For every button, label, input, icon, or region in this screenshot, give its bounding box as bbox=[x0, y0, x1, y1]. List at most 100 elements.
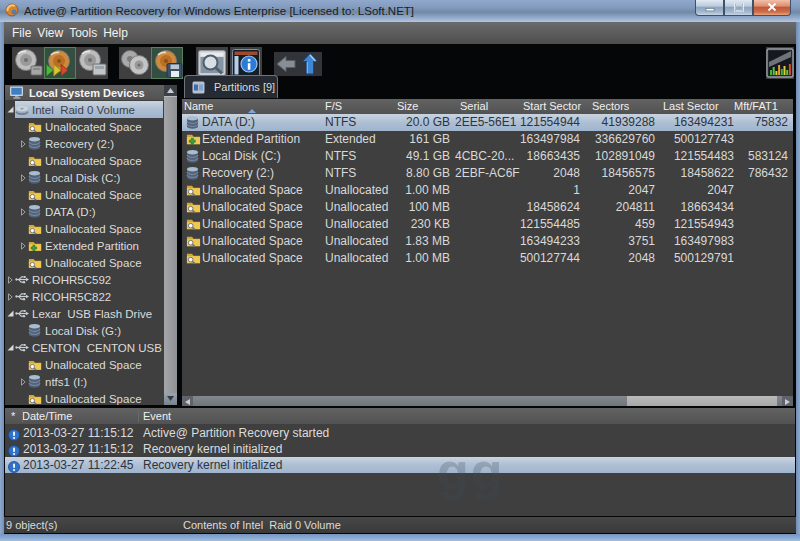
event-header-separator bbox=[138, 410, 139, 422]
column-header-f-s[interactable]: F/S bbox=[325, 99, 342, 114]
hdd-button[interactable] bbox=[12, 47, 44, 79]
expanded-arrow-icon[interactable] bbox=[7, 106, 14, 113]
tree-item[interactable]: DATA (D:) bbox=[5, 203, 163, 220]
column-header-mft-fat1[interactable]: Mft/FAT1 bbox=[734, 99, 778, 114]
maximize-button[interactable] bbox=[724, 0, 753, 16]
hscroll-right-button[interactable] bbox=[782, 396, 793, 406]
expanded-arrow-icon[interactable] bbox=[7, 344, 14, 351]
partition-icon bbox=[28, 374, 42, 389]
hdd-scan-button[interactable] bbox=[44, 47, 76, 79]
partition-row[interactable]: DATA (D:)NTFS20.0 GB2EE5-56E112155494441… bbox=[182, 114, 793, 131]
partition-row[interactable]: Unallocated SpaceUnallocated230 KB121554… bbox=[182, 216, 793, 233]
window-border-right bbox=[796, 22, 800, 534]
hdd-save-button[interactable] bbox=[151, 47, 183, 79]
collapsed-arrow-icon[interactable] bbox=[21, 140, 26, 148]
menu-view[interactable]: View bbox=[34, 24, 66, 43]
cell-last-sector: 121554943 bbox=[674, 216, 734, 233]
cell-name: Local Disk (C:) bbox=[202, 148, 281, 165]
tree-item[interactable]: Unallocated Space bbox=[5, 254, 163, 271]
tab-partitions[interactable]: Partitions [9] bbox=[184, 75, 278, 98]
tree-item[interactable]: Extended Partition bbox=[5, 237, 163, 254]
collapsed-arrow-icon[interactable] bbox=[21, 378, 26, 386]
tree-item[interactable]: RICOHR5C822 bbox=[5, 288, 163, 305]
partition-row[interactable]: Unallocated SpaceUnallocated1.83 MB16349… bbox=[182, 233, 793, 250]
column-header-size[interactable]: Size bbox=[397, 99, 418, 114]
hdd-pair-button[interactable] bbox=[119, 47, 151, 79]
hdd-box-button[interactable] bbox=[76, 47, 108, 79]
partition-row[interactable]: Local Disk (C:)NTFS49.1 GB4CBC-20...1866… bbox=[182, 148, 793, 165]
cell-fs: NTFS bbox=[325, 148, 356, 165]
partition-row[interactable]: Extended PartitionExtended161 GB16349798… bbox=[182, 131, 793, 148]
collapsed-arrow-icon[interactable] bbox=[8, 293, 13, 301]
tree-item[interactable]: Local Disk (G:) bbox=[5, 322, 163, 339]
cell-size: 20.0 GB bbox=[406, 114, 450, 131]
sort-indicator-icon bbox=[248, 109, 256, 113]
tree-item[interactable]: Unallocated Space bbox=[5, 152, 163, 169]
tree-scroll-up-button[interactable] bbox=[164, 85, 177, 96]
tree-scroll-down-button[interactable] bbox=[164, 393, 177, 405]
hscroll-left-button[interactable] bbox=[182, 396, 193, 406]
cell-size: 100 MB bbox=[409, 199, 450, 216]
column-header-name[interactable]: Name bbox=[184, 99, 213, 114]
event-row[interactable]: 2013-03-27 11:15:12Active@ Partition Rec… bbox=[5, 425, 795, 441]
tree-item[interactable]: Unallocated Space bbox=[5, 220, 163, 237]
tree-item[interactable]: Local Disk (C:) bbox=[5, 169, 163, 186]
back-arrow-button[interactable] bbox=[274, 52, 298, 76]
column-header-start-sector[interactable]: Start Sector bbox=[523, 99, 581, 114]
tree-item[interactable]: Unallocated Space bbox=[5, 356, 163, 373]
tree-item[interactable]: Unallocated Space bbox=[5, 118, 163, 135]
expanded-arrow-icon[interactable] bbox=[7, 310, 14, 317]
tree-item-label: ntfs1 (I:) bbox=[42, 376, 87, 388]
cell-fs: Extended bbox=[325, 131, 376, 148]
collapsed-arrow-icon[interactable] bbox=[21, 242, 26, 250]
collapsed-arrow-icon[interactable] bbox=[21, 208, 26, 216]
partition-row[interactable]: Recovery (2:)NTFS8.80 GB2EBF-AC6F2048184… bbox=[182, 165, 793, 182]
cell-start-sector: 121554485 bbox=[520, 216, 580, 233]
column-header-sectors[interactable]: Sectors bbox=[592, 99, 629, 114]
tree-item[interactable]: Recovery (2:) bbox=[5, 135, 163, 152]
column-header-serial[interactable]: Serial bbox=[460, 99, 488, 114]
cell-start-sector: 500127744 bbox=[520, 250, 580, 267]
event-row[interactable]: 2013-03-27 11:15:12Recovery kernel initi… bbox=[5, 441, 795, 457]
column-header-last-sector[interactable]: Last Sector bbox=[663, 99, 719, 114]
event-col-datetime: Date/Time bbox=[22, 408, 72, 424]
cell-sectors: 204811 bbox=[616, 199, 655, 216]
tree-scrollbar[interactable] bbox=[164, 85, 177, 405]
tree-scroll-thumb[interactable] bbox=[164, 96, 177, 393]
hscroll-thumb[interactable] bbox=[627, 396, 777, 406]
table-horizontal-scrollbar[interactable] bbox=[182, 396, 793, 406]
tree-item[interactable]: CENTON CENTON USB bbox=[5, 339, 163, 356]
tree-item[interactable]: RICOHR5C592 bbox=[5, 271, 163, 288]
tree-item-label: Recovery (2:) bbox=[42, 138, 114, 150]
menu-bar: FileViewToolsHelp bbox=[4, 22, 796, 44]
partition-row[interactable]: Unallocated SpaceUnallocated1.00 MB12047… bbox=[182, 182, 793, 199]
cell-sectors: 459 bbox=[635, 216, 655, 233]
up-arrow-button[interactable] bbox=[298, 52, 322, 76]
tree-item[interactable]: Unallocated Space bbox=[5, 390, 163, 405]
close-button[interactable] bbox=[753, 0, 791, 16]
partition-icon bbox=[28, 136, 42, 151]
menu-file[interactable]: File bbox=[12, 24, 34, 43]
event-row[interactable]: 2013-03-27 11:22:45Recovery kernel initi… bbox=[5, 457, 795, 473]
folder-search-icon bbox=[28, 222, 42, 236]
cell-size: 1.83 MB bbox=[405, 233, 450, 250]
tree-item[interactable]: ntfs1 (I:) bbox=[5, 373, 163, 390]
menu-help[interactable]: Help bbox=[100, 24, 131, 43]
partition-row[interactable]: Unallocated SpaceUnallocated1.00 MB50012… bbox=[182, 250, 793, 267]
collapsed-arrow-icon[interactable] bbox=[21, 174, 26, 182]
tree-item[interactable]: Intel Raid 0 Volume bbox=[5, 101, 163, 118]
cell-size: 1.00 MB bbox=[405, 250, 450, 267]
menu-tools[interactable]: Tools bbox=[66, 24, 100, 43]
folder-search-icon bbox=[28, 154, 42, 168]
tree-item-label: Unallocated Space bbox=[42, 155, 142, 167]
computer-icon bbox=[9, 86, 25, 99]
partition-row[interactable]: Unallocated SpaceUnallocated100 MB184586… bbox=[182, 199, 793, 216]
tree-item-label: Unallocated Space bbox=[42, 121, 142, 133]
activity-log-button[interactable] bbox=[766, 47, 794, 79]
collapsed-arrow-icon[interactable] bbox=[8, 276, 13, 284]
tree-item[interactable]: Lexar USB Flash Drive bbox=[5, 305, 163, 322]
tree-item[interactable]: Unallocated Space bbox=[5, 186, 163, 203]
window-title: Active@ Partition Recovery for Windows E… bbox=[24, 5, 414, 17]
event-text: Recovery kernel initialized bbox=[143, 457, 282, 473]
minimize-button[interactable] bbox=[695, 0, 724, 16]
